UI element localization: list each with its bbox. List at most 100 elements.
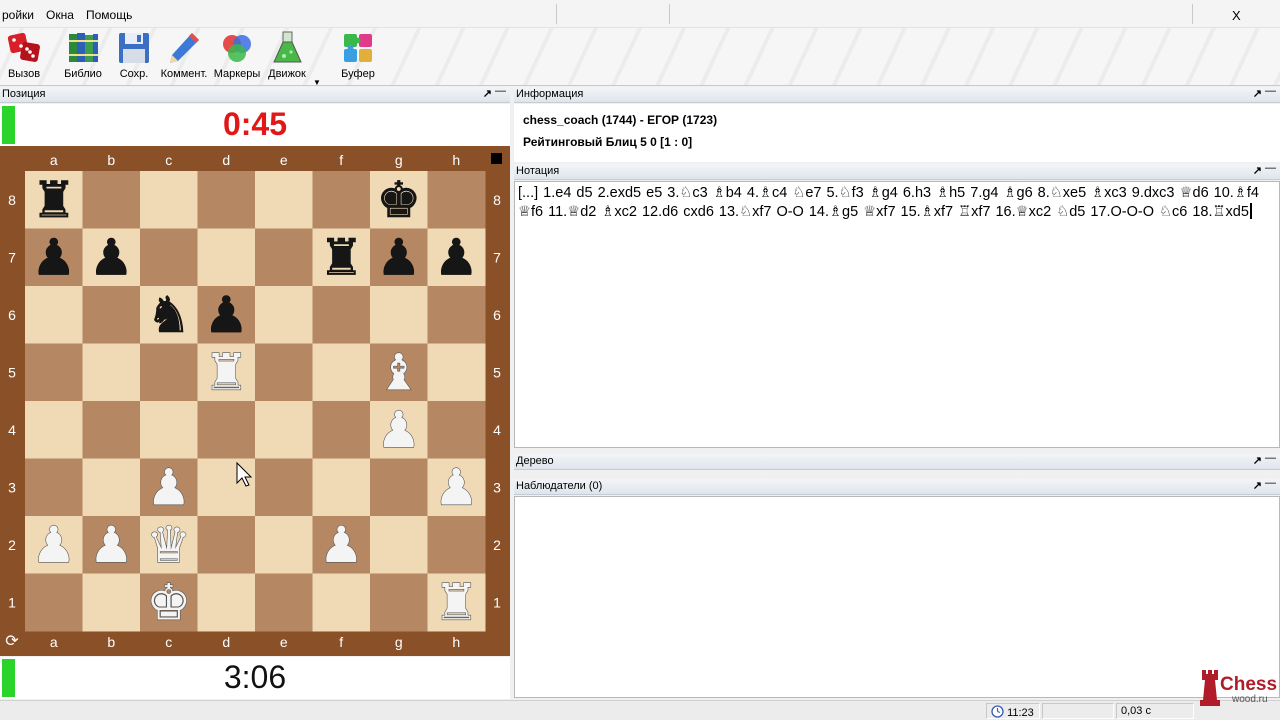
menu-bar: ройки Окна Помощь X bbox=[0, 0, 1280, 28]
board-square-d8[interactable] bbox=[197, 171, 256, 229]
piece-white-h3[interactable]: ♟ bbox=[433, 458, 479, 517]
piece-black-g7[interactable]: ♟ bbox=[376, 228, 421, 287]
clipboard-button[interactable]: Буфер bbox=[336, 28, 380, 84]
piece-white-f2[interactable]: ♟ bbox=[318, 515, 364, 574]
chess-board-canvas[interactable]: aabbccddeeffgghh8 87 76 65 54 43 32 21 1⟳♜ ♚♟ ♟ ♜ ♟ ♟… bbox=[0, 146, 510, 656]
board-square-e8[interactable] bbox=[255, 171, 313, 229]
board-square-d1[interactable] bbox=[197, 573, 256, 632]
piece-black-a7[interactable]: ♟ bbox=[31, 228, 76, 287]
pin-icon[interactable]: ↗ bbox=[1253, 479, 1262, 492]
board-square-a6[interactable] bbox=[25, 286, 83, 344]
board-square-h8[interactable] bbox=[427, 171, 486, 229]
board-square-b6[interactable] bbox=[82, 286, 141, 344]
markers-button[interactable]: Маркеры bbox=[212, 28, 262, 84]
board-square-c7[interactable] bbox=[140, 228, 198, 287]
board-square-g6[interactable] bbox=[370, 286, 428, 344]
piece-white-c2[interactable]: ♛ bbox=[146, 515, 192, 574]
rank-label: 6 bbox=[493, 307, 501, 323]
board-square-d4[interactable] bbox=[197, 401, 256, 459]
piece-white-c1[interactable]: ♚ bbox=[146, 573, 192, 632]
logo-text: Chess bbox=[1220, 674, 1278, 695]
board-square-e1[interactable] bbox=[255, 573, 313, 632]
info-panel-title: Информация bbox=[516, 88, 584, 100]
board-square-h6[interactable] bbox=[427, 286, 486, 344]
board-square-e6[interactable] bbox=[255, 286, 313, 344]
minimize-icon[interactable]: — bbox=[1265, 477, 1276, 489]
board-square-b4[interactable] bbox=[82, 401, 141, 459]
minimize-icon[interactable]: — bbox=[1265, 452, 1276, 464]
board-square-b3[interactable] bbox=[82, 458, 141, 517]
close-button[interactable]: X bbox=[1232, 8, 1241, 23]
engine-dropdown-arrow[interactable]: ▼ bbox=[313, 78, 321, 87]
board-square-f6[interactable] bbox=[312, 286, 371, 344]
minimize-icon[interactable]: — bbox=[1265, 85, 1276, 97]
comment-button[interactable]: Коммент. bbox=[158, 28, 210, 84]
board-square-a3[interactable] bbox=[25, 458, 83, 517]
board-square-c5[interactable] bbox=[140, 343, 198, 402]
chess-board[interactable]: a a b b c c d d e e f f g g h h 8 8 7 7 6 6 5 5 4 4 3 3 2 2 1 1 ⟳ ♜ ♚ ♟ ♟ ♜ ♟ ♟… bbox=[0, 146, 510, 656]
engine-button[interactable]: Движок bbox=[264, 28, 310, 84]
board-square-f8[interactable] bbox=[312, 171, 371, 229]
board-square-d7[interactable] bbox=[197, 228, 256, 287]
menu-help[interactable]: Помощь bbox=[86, 8, 132, 22]
piece-black-h7[interactable]: ♟ bbox=[434, 228, 479, 287]
piece-black-b7[interactable]: ♟ bbox=[89, 228, 134, 287]
board-square-f1[interactable] bbox=[312, 573, 371, 632]
piece-white-g5[interactable]: ♝ bbox=[376, 343, 422, 402]
board-square-e4[interactable] bbox=[255, 401, 313, 459]
piece-white-a2[interactable]: ♟ bbox=[31, 515, 77, 574]
board-square-g3[interactable] bbox=[370, 458, 428, 517]
board-square-e5[interactable] bbox=[255, 343, 313, 402]
piece-black-c6[interactable]: ♞ bbox=[146, 285, 191, 344]
piece-white-g4[interactable]: ♟ bbox=[376, 400, 422, 459]
pin-icon[interactable]: ↗ bbox=[1253, 87, 1262, 100]
piece-black-g8[interactable]: ♚ bbox=[376, 170, 421, 229]
move-list[interactable]: [...] 1.e4 d5 2.exd5 e5 3.♘c3 ♗b4 4.♗c4 … bbox=[518, 185, 1259, 220]
board-square-b8[interactable] bbox=[82, 171, 141, 229]
board-square-a5[interactable] bbox=[25, 343, 83, 402]
save-button[interactable]: Сохр. bbox=[114, 28, 154, 84]
board-square-f4[interactable] bbox=[312, 401, 371, 459]
piece-white-b2[interactable]: ♟ bbox=[88, 515, 134, 574]
side-to-move-indicator bbox=[491, 153, 502, 164]
board-square-e3[interactable] bbox=[255, 458, 313, 517]
seek-button[interactable]: Вызов bbox=[2, 28, 46, 84]
flip-board-icon[interactable]: ⟳ bbox=[5, 631, 19, 650]
piece-white-h1[interactable]: ♜ bbox=[433, 573, 479, 632]
piece-black-d6[interactable]: ♟ bbox=[204, 285, 249, 344]
pin-icon[interactable]: ↗ bbox=[1253, 164, 1262, 177]
board-square-d3[interactable] bbox=[197, 458, 256, 517]
board-square-a4[interactable] bbox=[25, 401, 83, 459]
notation-text[interactable]: [...] 1.e4 d5 2.exd5 e5 3.♘c3 ♗b4 4.♗c4 … bbox=[518, 184, 1274, 222]
notation-panel-header: Нотация ↗ — bbox=[514, 162, 1280, 180]
watchers-list[interactable] bbox=[514, 496, 1280, 698]
piece-black-f7[interactable]: ♜ bbox=[319, 228, 364, 287]
piece-white-d5[interactable]: ♜ bbox=[203, 343, 249, 402]
board-square-h5[interactable] bbox=[427, 343, 486, 402]
board-square-h4[interactable] bbox=[427, 401, 486, 459]
minimize-icon[interactable]: — bbox=[1265, 162, 1276, 174]
minimize-icon[interactable]: — bbox=[495, 85, 506, 97]
board-square-b1[interactable] bbox=[82, 573, 141, 632]
board-square-a1[interactable] bbox=[25, 573, 83, 632]
board-square-g1[interactable] bbox=[370, 573, 428, 632]
menu-windows[interactable]: Окна bbox=[46, 8, 74, 22]
pin-icon[interactable]: ↗ bbox=[1253, 454, 1262, 467]
board-square-c8[interactable] bbox=[140, 171, 198, 229]
menu-settings[interactable]: ройки bbox=[2, 8, 34, 22]
board-square-f3[interactable] bbox=[312, 458, 371, 517]
piece-white-c3[interactable]: ♟ bbox=[146, 458, 192, 517]
piece-black-a8[interactable]: ♜ bbox=[31, 170, 76, 229]
pin-icon[interactable]: ↗ bbox=[483, 87, 492, 100]
library-button[interactable]: Библио bbox=[60, 28, 106, 84]
board-square-c4[interactable] bbox=[140, 401, 198, 459]
board-square-d2[interactable] bbox=[197, 516, 256, 574]
board-square-g2[interactable] bbox=[370, 516, 428, 574]
game-type: Рейтинговый Блиц 5 0 [1 : 0] bbox=[523, 135, 693, 149]
board-square-e7[interactable] bbox=[255, 228, 313, 287]
board-square-b5[interactable] bbox=[82, 343, 141, 402]
board-square-f5[interactable] bbox=[312, 343, 371, 402]
text-cursor bbox=[1249, 203, 1252, 219]
board-square-h2[interactable] bbox=[427, 516, 486, 574]
board-square-e2[interactable] bbox=[255, 516, 313, 574]
